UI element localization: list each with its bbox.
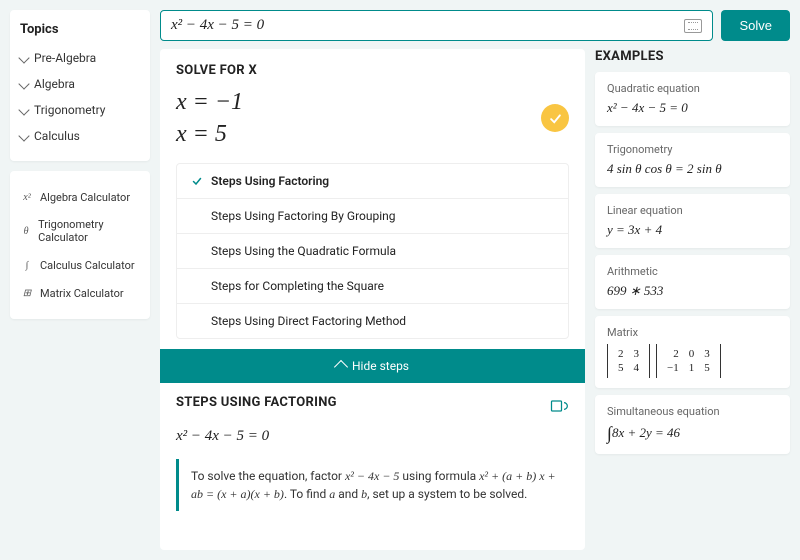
chevron-down-icon [18, 130, 29, 141]
calc-matrix[interactable]: ⊞Matrix Calculator [20, 279, 140, 307]
topic-algebra[interactable]: Algebra [20, 71, 140, 97]
solve-button[interactable]: Solve [721, 10, 790, 41]
topic-trigonometry[interactable]: Trigonometry [20, 97, 140, 123]
check-icon [191, 175, 203, 187]
step-equation: x² − 4x − 5 = 0 [176, 428, 569, 445]
examples-panel: EXAMPLES Quadratic equation x² − 4x − 5 … [595, 49, 790, 550]
keyboard-icon[interactable] [684, 19, 702, 33]
step-method-grouping[interactable]: Steps Using Factoring By Grouping [177, 199, 568, 234]
step-method-completing-square[interactable]: Steps for Completing the Square [177, 269, 568, 304]
example-simultaneous[interactable]: Simultaneous equation ∫8x + 2y = 46 [595, 395, 790, 454]
example-arithmetic[interactable]: Arithmetic 699 ∗ 533 [595, 255, 790, 309]
chevron-down-icon [18, 52, 29, 63]
verified-badge-icon [541, 104, 569, 132]
input-row: x² − 4x − 5 = 0 Solve [160, 10, 790, 41]
topics-panel: Topics Pre-Algebra Algebra Trigonometry … [10, 10, 150, 161]
content-row: SOLVE FOR X x = −1 x = 5 Steps Using Fac… [160, 49, 790, 550]
calculators-panel: x²Algebra Calculator θTrigonometry Calcu… [10, 171, 150, 319]
steps-list: Steps Using Factoring Steps Using Factor… [176, 163, 569, 339]
theta-icon: θ [20, 224, 32, 238]
solution-row: x = −1 x = 5 [176, 86, 569, 151]
integral-icon: ∫ [20, 258, 34, 272]
arrow-up-icon [334, 360, 348, 374]
step-method-factoring[interactable]: Steps Using Factoring [177, 164, 568, 199]
example-matrix[interactable]: Matrix 2354 203−115 [595, 316, 790, 388]
examples-heading: EXAMPLES [595, 49, 790, 64]
topic-calculus[interactable]: Calculus [20, 123, 140, 149]
solve-heading: SOLVE FOR X [176, 63, 569, 78]
example-trigonometry[interactable]: Trigonometry 4 sin θ cos θ = 2 sin θ [595, 133, 790, 187]
calc-algebra[interactable]: x²Algebra Calculator [20, 183, 140, 211]
steps-detail-header: STEPS USING FACTORING [176, 395, 569, 418]
topics-heading: Topics [20, 22, 140, 37]
main-column: x² − 4x − 5 = 0 Solve SOLVE FOR X x = −1… [160, 10, 790, 550]
calc-trigonometry[interactable]: θTrigonometry Calculator [20, 211, 140, 251]
matrix-expression: 2354 203−115 [607, 344, 721, 378]
solution-panel: SOLVE FOR X x = −1 x = 5 Steps Using Fac… [160, 49, 585, 550]
calc-calculus[interactable]: ∫Calculus Calculator [20, 251, 140, 279]
example-quadratic[interactable]: Quadratic equation x² − 4x − 5 = 0 [595, 72, 790, 126]
chevron-down-icon [18, 104, 29, 115]
step-method-direct-factoring[interactable]: Steps Using Direct Factoring Method [177, 304, 568, 338]
expression-value: x² − 4x − 5 = 0 [171, 17, 264, 34]
step-method-quadratic[interactable]: Steps Using the Quadratic Formula [177, 234, 568, 269]
solution-math: x = −1 x = 5 [176, 86, 243, 151]
topic-pre-algebra[interactable]: Pre-Algebra [20, 45, 140, 71]
algebra-icon: x² [20, 190, 34, 204]
example-linear[interactable]: Linear equation y = 3x + 4 [595, 194, 790, 248]
hide-steps-button[interactable]: Hide steps [160, 349, 585, 383]
step-explanation: To solve the equation, factor x² − 4x − … [176, 459, 569, 511]
matrix-icon: ⊞ [20, 286, 34, 300]
read-aloud-icon[interactable] [549, 396, 569, 416]
chevron-down-icon [18, 78, 29, 89]
sidebar: Topics Pre-Algebra Algebra Trigonometry … [10, 10, 150, 550]
steps-detail-heading: STEPS USING FACTORING [176, 395, 337, 410]
expression-input[interactable]: x² − 4x − 5 = 0 [160, 10, 713, 41]
